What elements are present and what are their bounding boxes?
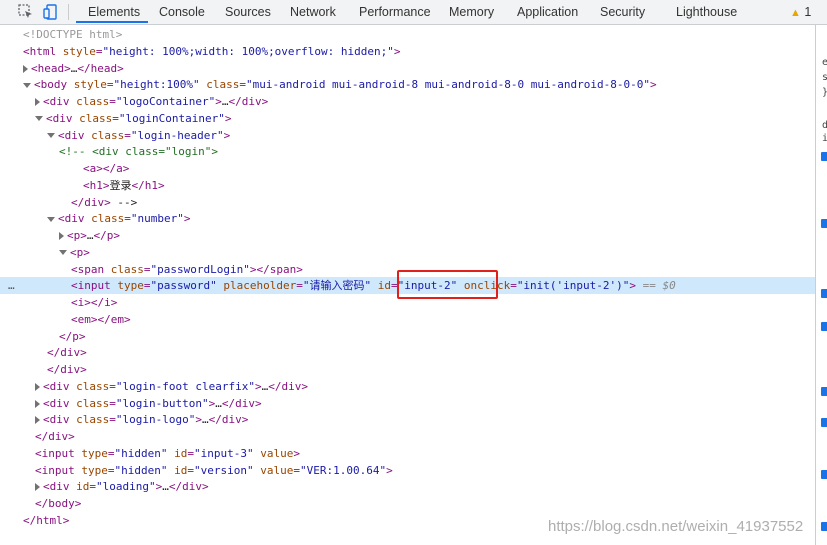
styles-fragment: d	[822, 120, 827, 131]
devtools-toolbar: Elements Console Sources Network Perform…	[0, 0, 827, 25]
dom-node-content: <h1>登录</h1>	[83, 178, 165, 192]
dom-node-content: <div class="login-button">…</div>	[35, 395, 262, 412]
dom-node-content: <input type="hidden" id="version" value=…	[35, 463, 393, 477]
dom-node-content: <div class="login-header">	[47, 127, 230, 144]
dom-node-content: <html style="height: 100%;width: 100%;ov…	[23, 44, 401, 58]
styles-pane: e s } d i	[815, 25, 827, 545]
tab-console[interactable]: Console	[159, 0, 205, 24]
styles-fragment: i	[822, 133, 827, 144]
dom-node-content: <em></em>	[71, 312, 131, 326]
expand-arrow-icon[interactable]	[59, 232, 64, 240]
active-tab-indicator	[76, 21, 148, 23]
tab-performance[interactable]: Performance	[359, 0, 431, 24]
expand-arrow-icon[interactable]	[35, 483, 40, 492]
dom-node-content: </div>	[35, 430, 75, 443]
styles-fragment: }	[822, 87, 827, 98]
collapse-arrow-icon[interactable]	[59, 250, 67, 256]
warning-icon: ▲	[790, 7, 801, 19]
dom-node-content: <a></a>	[83, 162, 130, 175]
device-toggle-icon[interactable]	[42, 3, 60, 21]
dom-node-content: <span class="passwordLogin"></span>	[71, 262, 303, 276]
tab-network[interactable]: Network	[290, 0, 336, 24]
dom-node-content: <div class="logoContainer">…</div>	[35, 93, 268, 110]
highlight-box-id-attribute	[397, 270, 498, 299]
expand-arrow-icon[interactable]	[35, 98, 40, 106]
styles-fragment: s	[822, 72, 827, 83]
dom-node-content: <div class="number">	[47, 210, 190, 227]
warnings-counter[interactable]: ▲ 1	[790, 0, 811, 24]
expand-arrow-icon[interactable]	[35, 416, 40, 425]
warnings-count: 1	[804, 5, 812, 19]
dom-node-content: <input type="hidden" id="input-3" value>	[35, 446, 300, 460]
inspect-element-icon[interactable]	[17, 3, 35, 21]
dom-node-content: <!DOCTYPE html>	[23, 28, 123, 41]
dom-node-content: <!-- <div class="login">	[59, 145, 218, 159]
expand-arrow-icon[interactable]	[35, 399, 40, 408]
dom-node-content: <body style="height:100%" class="mui-and…	[23, 76, 657, 93]
property-checkbox[interactable]	[821, 219, 827, 228]
dom-node-content: <div id="loading">…</div>	[35, 478, 209, 495]
dom-node-content: <p>	[59, 244, 90, 261]
collapse-arrow-icon[interactable]	[47, 216, 55, 222]
node-actions-icon[interactable]: …	[8, 277, 15, 294]
dom-node-content: </body>	[35, 497, 82, 510]
dom-node-content: <head>…</head>	[23, 60, 124, 77]
dom-node-content: </p>	[59, 329, 86, 343]
dom-node-content: </div>	[47, 363, 87, 376]
dom-node-content: <p>…</p>	[59, 227, 120, 244]
toolbar-separator	[68, 4, 69, 20]
tab-lighthouse[interactable]: Lighthouse	[676, 0, 737, 24]
dom-node-content: </div> -->	[71, 195, 138, 209]
property-checkbox[interactable]	[821, 470, 827, 479]
property-checkbox[interactable]	[821, 322, 827, 331]
tab-memory[interactable]: Memory	[449, 0, 494, 24]
tab-application[interactable]: Application	[517, 0, 578, 24]
dom-node-content: <div class="login-foot clearfix">…</div>	[35, 378, 308, 395]
property-checkbox[interactable]	[821, 522, 827, 531]
property-checkbox[interactable]	[821, 152, 827, 161]
dom-node-content: <i></i>	[71, 296, 118, 309]
expand-arrow-icon[interactable]	[23, 64, 28, 73]
watermark: https://blog.csdn.net/weixin_41937552	[548, 518, 804, 535]
collapse-arrow-icon[interactable]	[23, 82, 31, 88]
dom-node-content: </div>	[47, 346, 87, 360]
property-checkbox[interactable]	[821, 289, 827, 298]
collapse-arrow-icon[interactable]	[35, 116, 43, 122]
dom-node-content: <div class="loginContainer">	[35, 110, 231, 127]
tab-security[interactable]: Security	[600, 0, 645, 24]
tab-sources[interactable]: Sources	[225, 0, 271, 24]
property-checkbox[interactable]	[821, 418, 827, 427]
expand-arrow-icon[interactable]	[35, 382, 40, 391]
dom-node-content: <div class="login-logo">…</div>	[35, 411, 248, 428]
styles-fragment: e	[822, 57, 827, 68]
property-checkbox[interactable]	[821, 387, 827, 396]
collapse-arrow-icon[interactable]	[47, 133, 55, 138]
dom-node-content: <input type="password" placeholder="请输入密…	[71, 279, 676, 293]
dom-node-content: </html>	[23, 513, 70, 527]
